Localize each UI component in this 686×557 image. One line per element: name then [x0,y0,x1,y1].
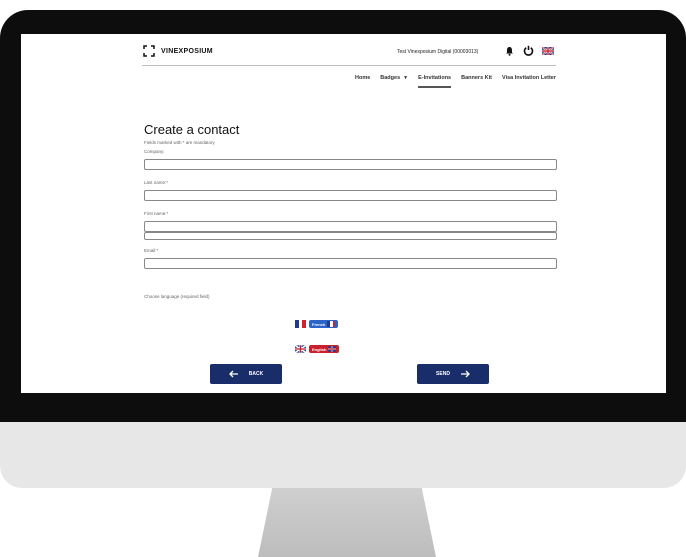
firstname-label: First name:* [144,211,169,216]
english-pill: English [309,345,340,353]
logo-text: VINEXPOSIUM [161,47,213,55]
page-title: Create a contact [144,122,240,137]
nav-e-invitations[interactable]: E-Invitations [418,75,452,88]
logo[interactable]: VINEXPOSIUM [142,44,213,58]
header-divider [142,65,556,66]
mandatory-hint: Fields marked with * are mandatory [144,140,215,145]
caret-down-icon: ▼ [403,75,409,81]
uk-flag-small-icon [328,346,337,352]
uk-flag-icon[interactable] [542,47,554,55]
language-french-option[interactable]: French [295,320,339,328]
email-label: Email:* [144,248,159,253]
france-flag-icon [295,320,307,328]
screen: VINEXPOSIUM Test Vinexposium Digital (00… [21,34,666,393]
send-button[interactable]: SEND [417,364,489,384]
create-contact-form: Create a contact Fields marked with * ar… [144,122,558,299]
vinexposium-logo-icon [143,45,155,57]
nav-banners-kit[interactable]: Banners Kit [461,75,492,81]
language-label: Choose language (required field) [144,294,210,299]
main-nav: Home Badges ▼ E-Invitations Banners Kit V… [355,75,556,88]
nav-badges[interactable]: Badges ▼ [380,75,408,81]
arrow-left-icon [228,370,238,378]
nav-visa-invitation-letter[interactable]: Visa Invitation Letter [502,75,556,81]
uk-flag-icon [295,345,306,353]
firstname-input-extra[interactable] [144,232,557,240]
user-name[interactable]: Test Vinexposium Digital (00003013) [397,49,478,55]
company-label: Company: [144,149,165,154]
french-pill: French [309,320,339,328]
monitor-chin [0,422,686,488]
arrow-right-icon [460,370,470,378]
lastname-input[interactable] [144,190,557,201]
site-header: VINEXPOSIUM Test Vinexposium Digital (00… [21,34,666,102]
monitor-stand [258,488,436,557]
lastname-label: Last name:* [144,180,169,185]
power-icon[interactable] [523,45,534,56]
back-button[interactable]: BACK [210,364,282,384]
company-input[interactable] [144,159,557,170]
language-english-option[interactable]: English [295,345,340,353]
nav-home[interactable]: Home [355,75,370,81]
bell-icon[interactable] [505,46,514,56]
france-flag-small-icon [327,321,336,327]
email-input[interactable] [144,258,557,269]
firstname-input[interactable] [144,221,557,232]
